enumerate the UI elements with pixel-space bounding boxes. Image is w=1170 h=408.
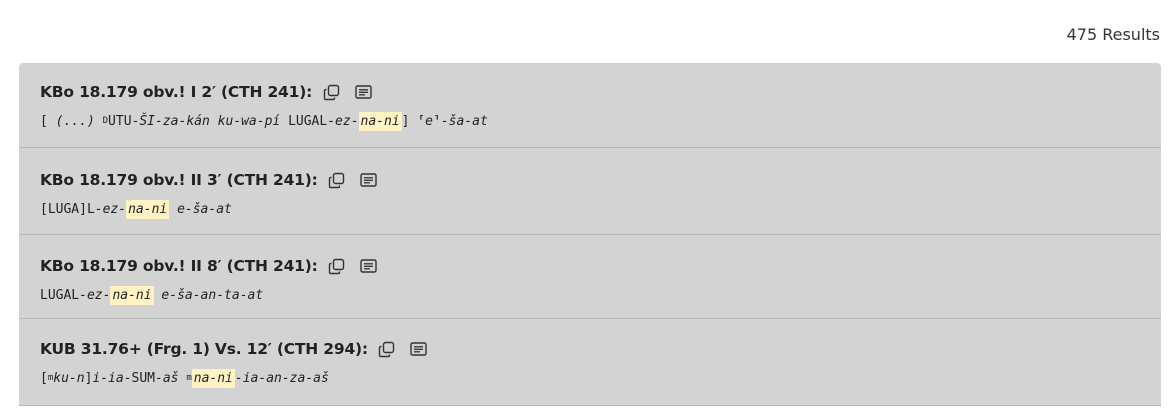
search-match-highlight: na-ni	[358, 111, 402, 131]
result-header: KBo 18.179 obv.! II 3′ (CTH 241):	[40, 169, 1140, 191]
result-title[interactable]: KBo 18.179 obv.! II 3′ (CTH 241):	[40, 171, 318, 189]
document-icon[interactable]	[358, 169, 380, 191]
sign-fragment: ⸣	[432, 113, 441, 129]
results-count: 475 Results	[1066, 25, 1160, 44]
sign-fragment: ]	[401, 113, 418, 129]
word-fragment: -ia-an-za-aš	[234, 370, 329, 386]
copy-icon[interactable]	[326, 169, 348, 191]
result-title[interactable]: KBo 18.179 obv.! II 8′ (CTH 241):	[40, 257, 318, 275]
search-match-highlight: na-ni	[126, 199, 170, 219]
word-fragment: ku-n	[53, 370, 85, 386]
transliteration-line: [m ku-n] i-ia- SUM -aš m na-ni -ia-an-za-aš	[40, 367, 1140, 389]
result-header: KBo 18.179 obv.! II 8′ (CTH 241):	[40, 255, 1140, 277]
result-item-3: KBo 18.179 obv.! II 8′ (CTH 241): LUGAL -…	[19, 235, 1161, 319]
document-icon[interactable]	[352, 81, 374, 103]
transliteration-line: [LUGA]L -ez-na-ni e-ša-at	[40, 198, 1140, 220]
sign-fragment	[95, 114, 103, 129]
result-title[interactable]: KUB 31.76+ (Frg. 1) Vs. 12′ (CTH 294):	[40, 340, 368, 358]
copy-icon[interactable]	[326, 255, 348, 277]
document-icon[interactable]	[408, 338, 430, 360]
word-fragment: -ez-	[94, 201, 127, 217]
result-list: KBo 18.179 obv.! I 2′ (CTH 241): [ (...)…	[19, 63, 1161, 406]
transliteration-line: LUGAL -ez-na-ni e-ša-an-ta-at	[40, 284, 1140, 306]
copy-icon[interactable]	[320, 81, 342, 103]
sign-fragment: LUGAL	[40, 287, 80, 303]
result-item-1: KBo 18.179 obv.! I 2′ (CTH 241): [ (...)…	[19, 63, 1161, 148]
word-fragment: -aš	[155, 370, 187, 386]
sign-fragment: [LUGA]L	[40, 201, 95, 217]
result-item-4: KUB 31.76+ (Frg. 1) Vs. 12′ (CTH 294): […	[19, 319, 1161, 406]
result-item-2: KBo 18.179 obv.! II 3′ (CTH 241): [LUGA]…	[19, 148, 1161, 235]
word-fragment: ŠI-za-kán ku-wa-pí	[139, 113, 289, 129]
word-fragment: e	[425, 113, 433, 129]
sign-fragment: LUGAL	[288, 113, 328, 129]
sign-fragment	[154, 288, 162, 303]
word-fragment: e-ša-at	[177, 201, 232, 217]
word-fragment: i-ia-	[92, 370, 132, 386]
word-fragment: e-ša-an-ta-at	[161, 287, 264, 303]
word-fragment: -ša-at	[440, 113, 488, 129]
word-fragment: (...)	[55, 113, 95, 129]
result-header: KBo 18.179 obv.! I 2′ (CTH 241):	[40, 81, 1140, 103]
sign-fragment: SUM	[131, 370, 156, 386]
result-header: KUB 31.76+ (Frg. 1) Vs. 12′ (CTH 294):	[40, 338, 1140, 360]
word-fragment: -ez-	[327, 113, 359, 129]
sign-fragment: ]	[84, 370, 93, 386]
document-icon[interactable]	[358, 255, 380, 277]
sign-fragment: UTU-	[108, 113, 140, 129]
copy-icon[interactable]	[376, 338, 398, 360]
search-match-highlight: na-ni	[191, 368, 235, 388]
sign-fragment: [	[40, 113, 56, 129]
sign-fragment	[169, 202, 177, 217]
sign-fragment: [	[40, 370, 48, 386]
result-title[interactable]: KBo 18.179 obv.! I 2′ (CTH 241):	[40, 83, 312, 101]
sign-fragment: ⸢	[417, 113, 426, 129]
word-fragment: -ez-	[79, 287, 111, 303]
transliteration-line: [ (...) D UTU- ŠI-za-kán ku-wa-pí LUGAL -ez…	[40, 110, 1140, 132]
search-match-highlight: na-ni	[110, 285, 154, 305]
